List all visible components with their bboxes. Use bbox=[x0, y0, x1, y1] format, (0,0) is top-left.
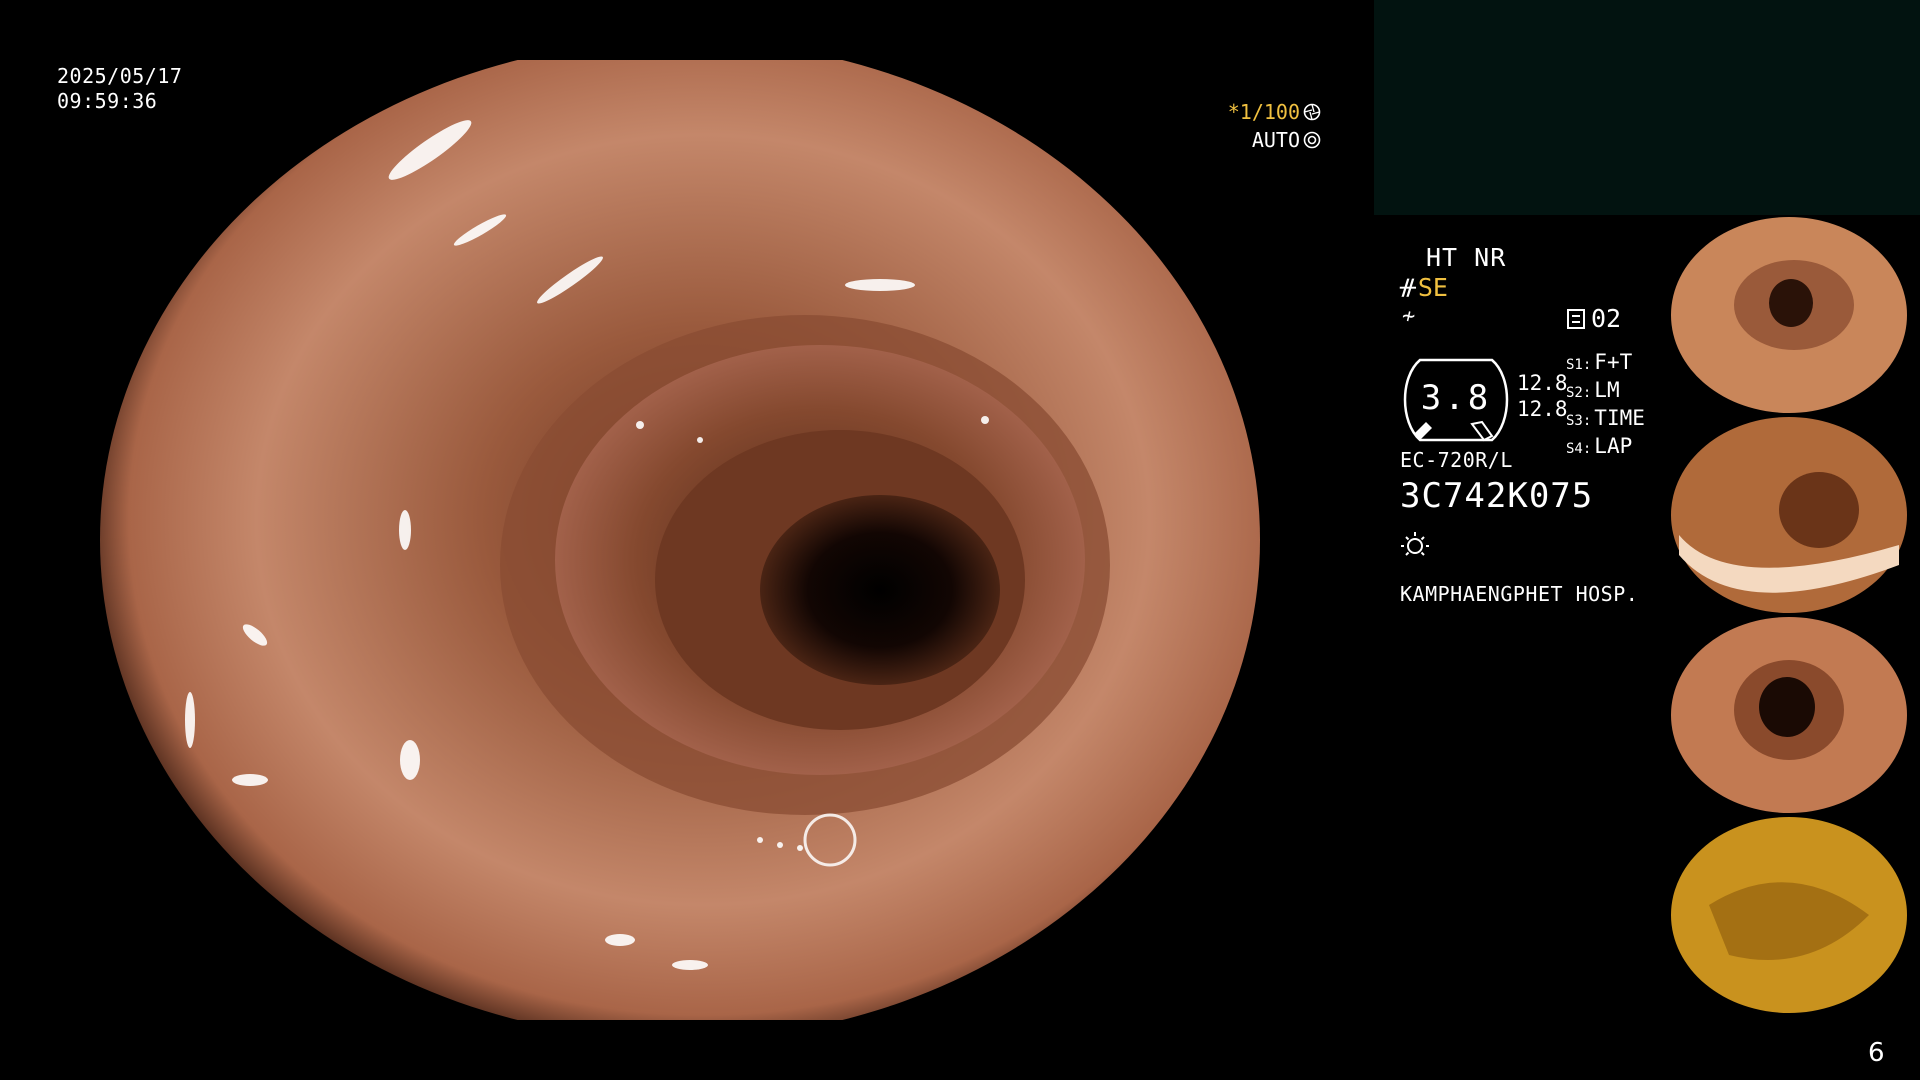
slide-number: 6 bbox=[1868, 1038, 1885, 1068]
enhancement-label: HT NR bbox=[1426, 243, 1507, 272]
auto-exposure-icon bbox=[1303, 131, 1321, 149]
scope-setting-row: S1: F+T bbox=[1566, 350, 1633, 374]
mode-icon: ᚌ bbox=[1400, 275, 1416, 300]
page-indicator: 02 bbox=[1567, 304, 1621, 333]
endoscopic-view bbox=[80, 60, 1280, 1020]
hospital-name: KAMPHAENGPHET HOSP. bbox=[1400, 582, 1639, 606]
scope-serial: 3C742K075 bbox=[1400, 476, 1594, 516]
mode-label: SE bbox=[1417, 273, 1448, 302]
filter-icon: ≁ bbox=[1402, 304, 1416, 329]
light-icon bbox=[1401, 532, 1429, 556]
endoscopy-screen: 2025/05/17 09:59:36 *1/100 AUTO HT NR ᚌ … bbox=[0, 0, 1920, 1080]
gauge: 3.8 bbox=[1400, 352, 1512, 444]
page-indicator-value: 02 bbox=[1591, 304, 1622, 333]
top-right-panel bbox=[1374, 0, 1920, 215]
exposure-readout: *1/100 AUTO bbox=[1225, 98, 1321, 154]
thumbnail-strip bbox=[1669, 215, 1920, 1015]
time-text: 09:59:36 bbox=[57, 89, 158, 113]
shutter-speed: *1/100 bbox=[1227, 100, 1300, 124]
mode-row: ᚌ SE bbox=[1400, 273, 1448, 302]
shutter-icon bbox=[1303, 103, 1321, 121]
scope-model: EC-720R/L bbox=[1400, 448, 1513, 472]
gauge-side-value: 12.8 bbox=[1517, 371, 1568, 395]
gauge-side-value: 12.8 bbox=[1517, 397, 1568, 421]
scope-settings: S1: F+T S2: LM S3: TIME S4: LAP bbox=[1566, 350, 1645, 462]
exposure-mode: AUTO bbox=[1251, 128, 1300, 152]
thumbnail-3[interactable] bbox=[1669, 615, 1920, 815]
timestamp: 2025/05/17 09:59:36 bbox=[57, 64, 182, 114]
document-icon bbox=[1567, 308, 1585, 329]
gauge-value: 3.8 bbox=[1420, 378, 1492, 418]
thumbnail-2[interactable] bbox=[1669, 415, 1920, 615]
scope-setting-row: S2: LM bbox=[1566, 378, 1620, 402]
scope-setting-row: S4: LAP bbox=[1566, 434, 1633, 458]
gauge-side-values: 12.8 12.8 bbox=[1517, 370, 1568, 422]
date-text: 2025/05/17 bbox=[57, 64, 183, 88]
scope-setting-row: S3: TIME bbox=[1566, 406, 1645, 430]
thumbnail-4[interactable] bbox=[1669, 815, 1920, 1015]
thumbnail-1[interactable] bbox=[1669, 215, 1920, 415]
